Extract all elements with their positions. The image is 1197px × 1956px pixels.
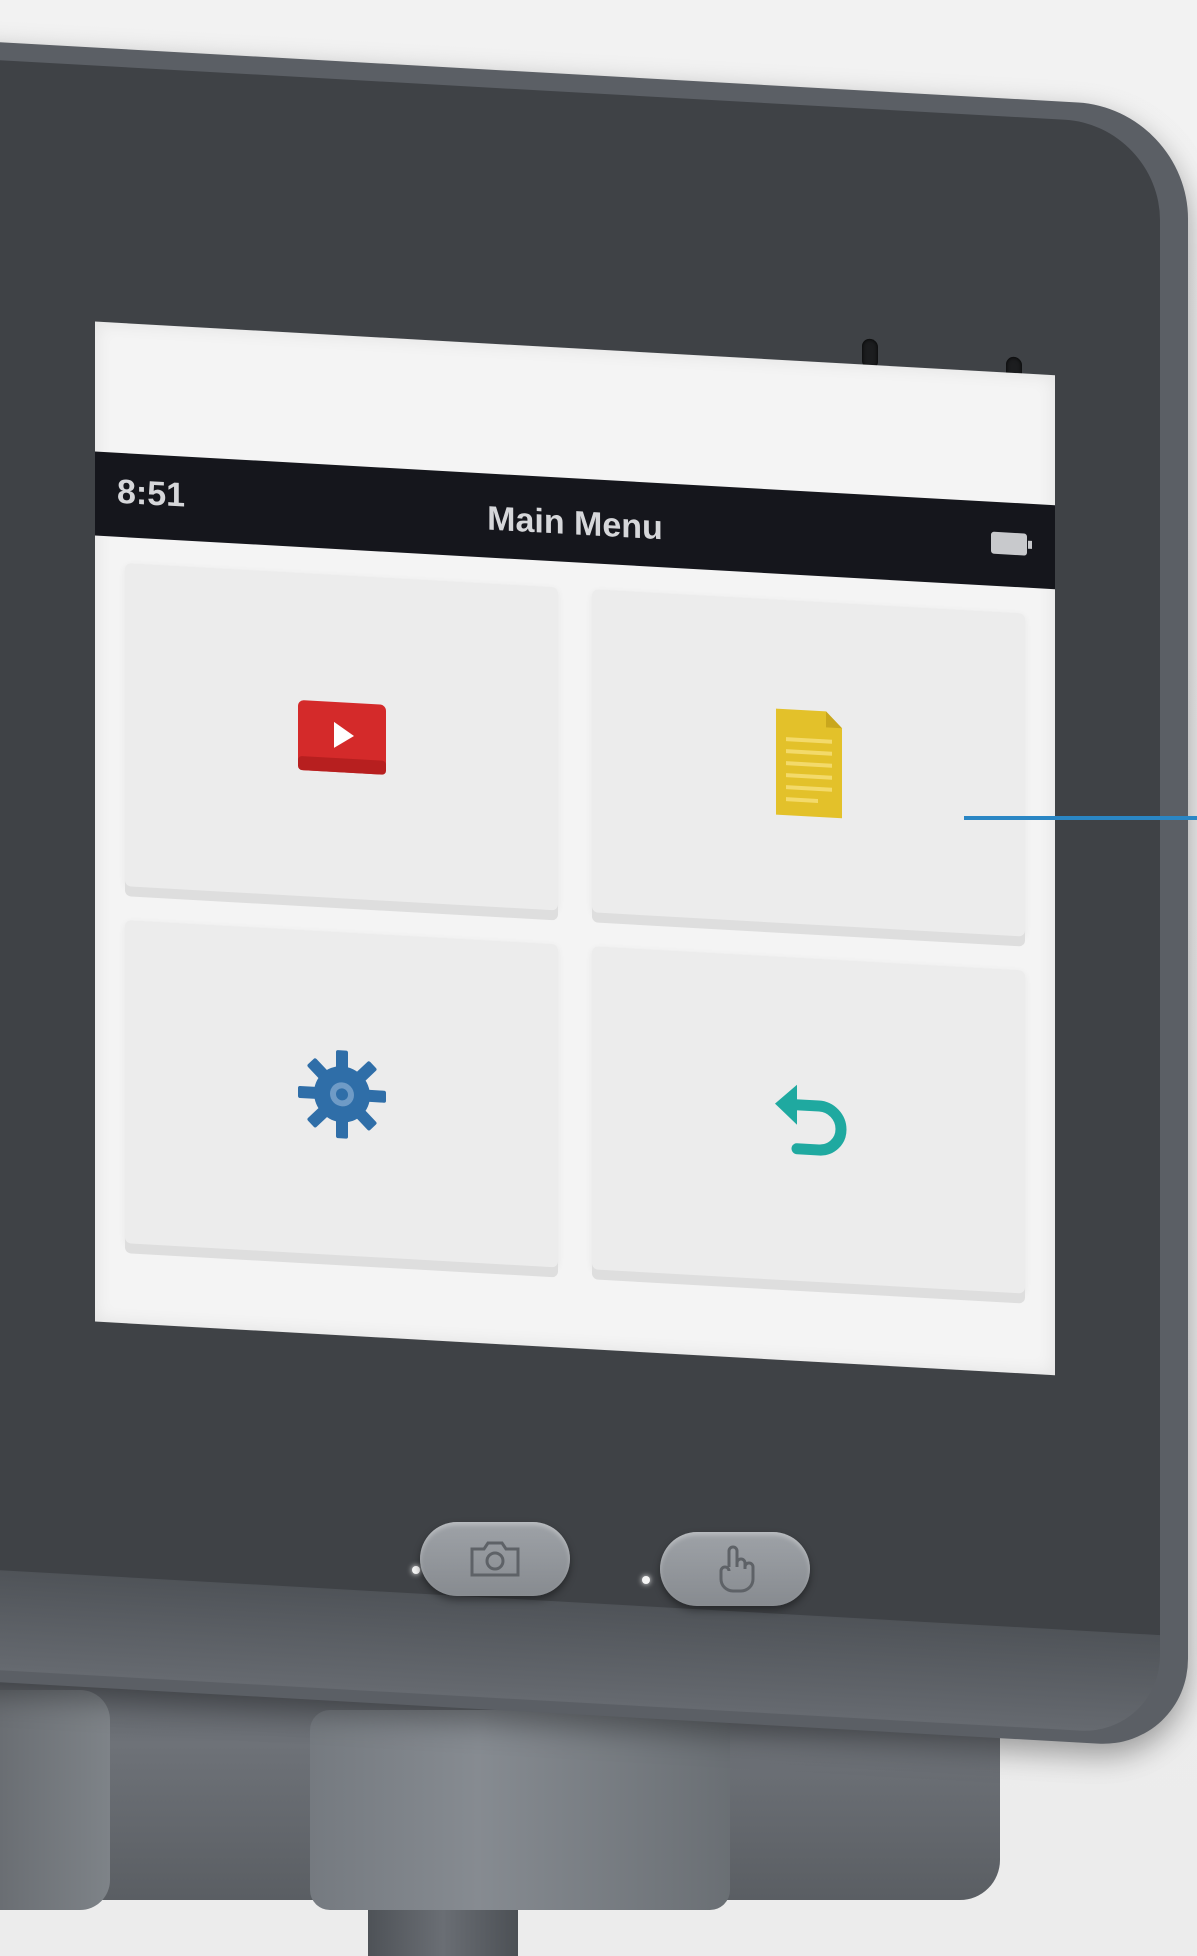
main-menu-grid	[125, 563, 1025, 1294]
document-icon	[775, 708, 842, 818]
camera-icon	[470, 1541, 520, 1577]
page-title: Main Menu	[487, 499, 663, 548]
device-housing: 8:51 Main Menu	[0, 40, 1188, 1749]
menu-tile-back[interactable]	[592, 946, 1025, 1294]
menu-tile-video[interactable]	[125, 563, 558, 911]
menu-tile-settings[interactable]	[125, 920, 558, 1268]
gear-icon	[297, 1049, 386, 1139]
device-photo: 8:51 Main Menu	[0, 0, 1197, 1956]
hand-touch-icon	[719, 1545, 755, 1593]
device-bezel: 8:51 Main Menu	[0, 58, 1160, 1736]
battery-icon	[991, 531, 1027, 556]
status-bar: 8:51 Main Menu	[95, 451, 1055, 590]
callout-line	[964, 816, 1197, 820]
led-indicator	[642, 1576, 650, 1584]
touch-screen: 8:51 Main Menu	[95, 321, 1055, 1376]
menu-tile-document[interactable]	[592, 589, 1025, 937]
mount-knuckle	[0, 1690, 110, 1910]
touch-hardware-button[interactable]	[660, 1532, 810, 1606]
video-play-icon	[297, 699, 386, 775]
camera-hardware-button[interactable]	[420, 1522, 570, 1596]
mount-collar	[310, 1710, 730, 1910]
undo-arrow-icon	[774, 1084, 846, 1156]
led-indicator	[412, 1566, 420, 1574]
